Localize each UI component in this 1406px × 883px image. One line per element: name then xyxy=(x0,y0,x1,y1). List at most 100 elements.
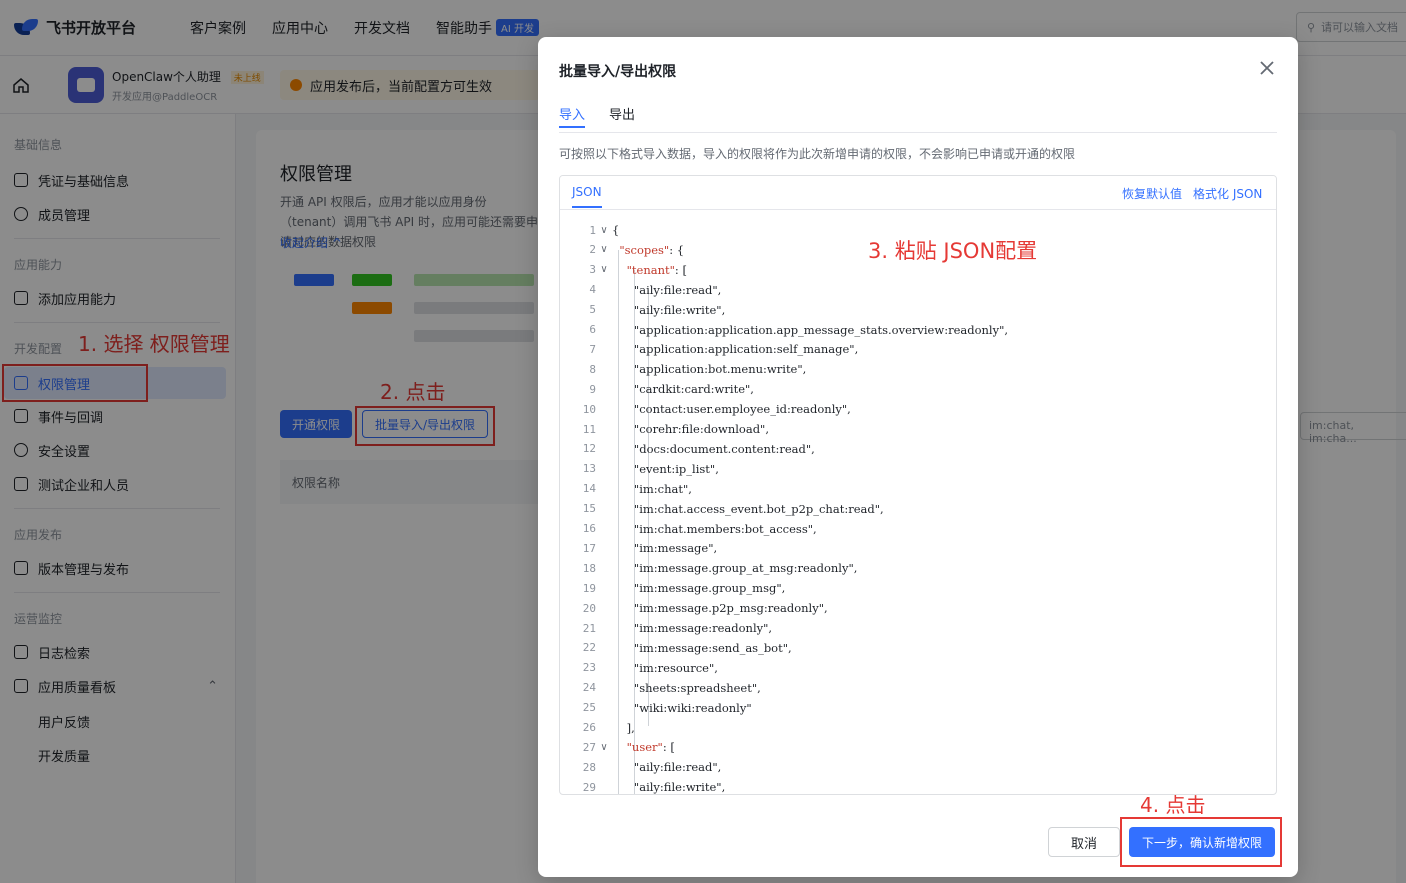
line-number: 7 xyxy=(589,342,596,356)
code-line[interactable]: 5 "aily:file:write", xyxy=(560,300,1276,320)
code-line[interactable]: 18 "im:message.group_at_msg:readonly", xyxy=(560,558,1276,578)
code-text: { xyxy=(612,223,620,237)
code-text: "aily:file:write", xyxy=(612,780,726,795)
code-text: "im:chat", xyxy=(612,481,692,496)
close-icon[interactable] xyxy=(1258,59,1276,77)
line-number: 23 xyxy=(582,661,596,675)
code-text: "aily:file:read", xyxy=(612,282,722,297)
line-number: 24 xyxy=(582,681,596,695)
code-text: "docs:document.content:read", xyxy=(612,441,815,456)
annotation-box-next xyxy=(1120,817,1282,867)
code-text: ], xyxy=(612,720,635,735)
code-text: "cardkit:card:write", xyxy=(612,382,754,397)
reset-default-button[interactable]: 恢复默认值 xyxy=(1122,185,1182,202)
code-line[interactable]: 14 "im:chat", xyxy=(560,479,1276,499)
tab-import-label: 导入 xyxy=(559,108,586,123)
line-number: 29 xyxy=(582,780,596,794)
fold-chevron-icon[interactable]: ∨ xyxy=(596,225,612,236)
line-number: 2 xyxy=(589,243,596,257)
code-line[interactable]: 11 "corehr:file:download", xyxy=(560,419,1276,439)
line-number: 3 xyxy=(589,263,596,277)
code-text: "application:application.app_message_sta… xyxy=(612,322,1009,337)
line-number: 21 xyxy=(582,621,596,635)
line-number: 27 xyxy=(582,740,596,754)
code-line[interactable]: 4 "aily:file:read", xyxy=(560,280,1276,300)
code-text: "im:message", xyxy=(612,541,718,556)
line-number: 25 xyxy=(582,701,596,715)
code-line[interactable]: 6 "application:application.app_message_s… xyxy=(560,320,1276,340)
json-key: "tenant" xyxy=(626,262,675,277)
active-tab-indicator xyxy=(559,126,585,128)
line-number: 10 xyxy=(582,402,596,416)
line-number: 11 xyxy=(582,422,596,436)
json-key: "user" xyxy=(626,740,663,755)
code-line[interactable]: 15 "im:chat.access_event.bot_p2p_chat:re… xyxy=(560,499,1276,519)
code-line[interactable]: 21 "im:message:readonly", xyxy=(560,618,1276,638)
code-text: "im:chat.members:bot_access", xyxy=(612,521,817,536)
code-text: "event:ip_list", xyxy=(612,461,719,476)
line-number: 9 xyxy=(589,382,596,396)
code-line[interactable]: 25 "wiki:wiki:readonly" xyxy=(560,698,1276,718)
code-text: "tenant": [ xyxy=(626,262,687,277)
code-line[interactable]: 19 "im:message.group_msg", xyxy=(560,578,1276,598)
line-number: 17 xyxy=(582,541,596,555)
json-key: "scopes" xyxy=(619,242,670,257)
editor-tab-indicator xyxy=(572,206,602,208)
line-number: 28 xyxy=(582,760,596,774)
line-number: 5 xyxy=(589,303,596,317)
code-text: "sheets:spreadsheet", xyxy=(612,680,761,695)
code-text: "scopes": { xyxy=(619,242,685,257)
line-number: 6 xyxy=(589,323,596,336)
code-line[interactable]: 8 "application:bot.menu:write", xyxy=(560,359,1276,379)
code-text: "im:message:send_as_bot", xyxy=(612,640,792,655)
code-line[interactable]: 16 "im:chat.members:bot_access", xyxy=(560,519,1276,539)
import-hint: 可按照以下格式导入数据，导入的权限将作为此次新增申请的权限，不会影响已申请或开通… xyxy=(559,147,1076,161)
line-number: 15 xyxy=(582,502,596,516)
code-text: "im:chat.access_event.bot_p2p_chat:read"… xyxy=(612,501,884,516)
editor-tab-json[interactable]: JSON xyxy=(572,185,602,199)
cancel-button[interactable]: 取消 xyxy=(1048,827,1120,857)
fold-chevron-icon[interactable]: ∨ xyxy=(596,264,612,275)
code-text: "im:message.group_msg", xyxy=(612,581,786,596)
code-line[interactable]: 10 "contact:user.employee_id:readonly", xyxy=(560,399,1276,419)
line-number: 22 xyxy=(582,641,596,655)
batch-import-export-dialog: 批量导入/导出权限 导入 导出 可按照以下格式导入数据，导入的权限将作为此次新增… xyxy=(538,37,1298,877)
code-text: "wiki:wiki:readonly" xyxy=(612,700,752,715)
line-number: 1 xyxy=(589,223,596,237)
code-text: "user": [ xyxy=(626,740,675,755)
line-number: 26 xyxy=(582,721,596,734)
code-line[interactable]: 12 "docs:document.content:read", xyxy=(560,439,1276,459)
code-line[interactable]: 26 ], xyxy=(560,718,1276,738)
line-number: 19 xyxy=(582,581,596,595)
dialog-tabs: 导入 导出 xyxy=(559,99,1277,133)
code-line[interactable]: 24 "sheets:spreadsheet", xyxy=(560,678,1276,698)
line-number: 18 xyxy=(582,561,596,575)
code-line[interactable]: 23 "im:resource", xyxy=(560,658,1276,678)
fold-chevron-icon[interactable]: ∨ xyxy=(596,244,612,255)
format-json-button[interactable]: 格式化 JSON xyxy=(1193,185,1262,202)
line-number: 8 xyxy=(589,362,596,376)
code-line[interactable]: 9 "cardkit:card:write", xyxy=(560,379,1276,399)
line-number: 16 xyxy=(582,522,596,535)
code-line[interactable]: 28 "aily:file:read", xyxy=(560,757,1276,777)
code-line[interactable]: 20 "im:message.p2p_msg:readonly", xyxy=(560,598,1276,618)
code-text: "corehr:file:download", xyxy=(612,422,769,436)
code-area[interactable]: 1 ∨{2 ∨ "scopes": {3 ∨ "tenant": [4 "aily:f… xyxy=(560,220,1276,795)
tab-import[interactable]: 导入 xyxy=(559,104,586,128)
code-line[interactable]: 7 "application:application:self_manage", xyxy=(560,339,1276,359)
code-line[interactable]: 27 ∨ "user": [ xyxy=(560,737,1276,757)
json-editor[interactable]: JSON 恢复默认值 格式化 JSON 1 ∨{2 ∨ "scopes": {3 ∨ … xyxy=(559,175,1277,795)
line-number: 4 xyxy=(589,283,596,297)
line-number: 14 xyxy=(582,482,596,496)
code-line[interactable]: 17 "im:message", xyxy=(560,538,1276,558)
code-text: "im:message.group_at_msg:readonly", xyxy=(612,561,858,576)
code-text: "contact:user.employee_id:readonly", xyxy=(612,402,851,417)
annotation-step3: 3. 粘贴 JSON配置 xyxy=(868,239,1038,263)
code-text: "aily:file:write", xyxy=(612,302,726,317)
line-number: 13 xyxy=(582,462,596,476)
fold-chevron-icon[interactable]: ∨ xyxy=(596,742,612,753)
line-number: 20 xyxy=(582,601,596,615)
code-line[interactable]: 22 "im:message:send_as_bot", xyxy=(560,638,1276,658)
tab-export[interactable]: 导出 xyxy=(609,104,635,123)
code-line[interactable]: 13 "event:ip_list", xyxy=(560,459,1276,479)
